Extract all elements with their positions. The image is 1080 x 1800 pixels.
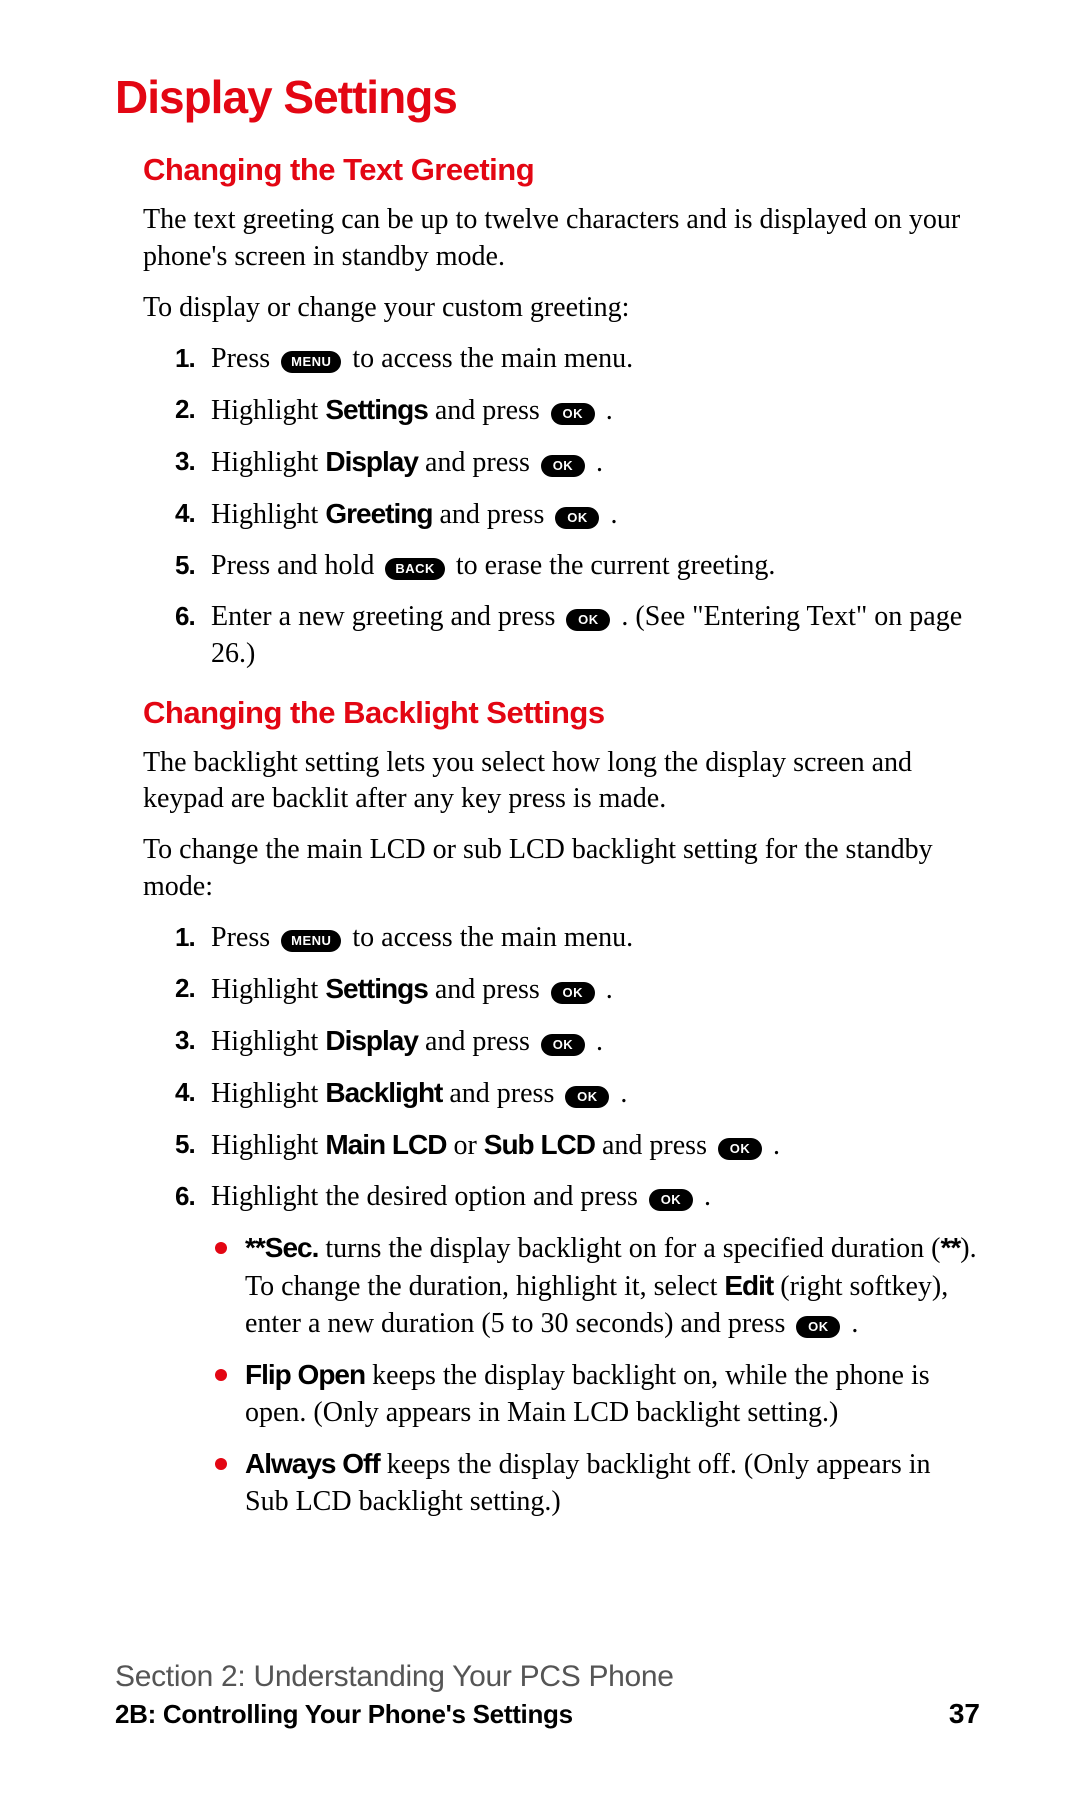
page-footer: Section 2: Understanding Your PCS Phone … [115,1660,980,1730]
menu-button-icon: MENU [281,351,341,373]
step-text: Highlight [211,447,325,478]
step-text: Press [211,343,277,374]
menu-button-icon: MENU [281,930,341,952]
list-item: Highlight Display and press OK . [175,1023,980,1061]
section-heading-backlight: Changing the Backlight Settings [143,695,980,731]
list-item: Highlight Settings and press OK . [175,971,980,1009]
step-text: Highlight [211,1130,325,1161]
ui-term-settings: Settings [325,973,427,1004]
ok-button-icon: OK [718,1138,762,1160]
step-text: and press [418,1026,537,1057]
greeting-steps: Press MENU to access the main menu. High… [175,341,980,673]
ok-button-icon: OK [551,982,595,1004]
step-text: Highlight the desired option and press [211,1181,645,1212]
list-item: Highlight Backlight and press OK . [175,1075,980,1113]
list-item: Always Off keeps the display backlight o… [215,1446,980,1521]
ok-button-icon: OK [566,609,610,631]
step-text: and press [418,447,537,478]
ui-term-edit: Edit [724,1270,773,1301]
page-number: 37 [949,1698,980,1730]
step-text: . [697,1181,711,1212]
ui-term-main-lcd: Main LCD [325,1129,446,1160]
list-item: Press and hold BACK to erase the current… [175,548,980,585]
step-text: Enter a new greeting and press [211,601,562,632]
ui-term-display: Display [325,1025,418,1056]
list-item: Highlight Greeting and press OK . [175,496,980,534]
list-item: Highlight Settings and press OK . [175,392,980,430]
ui-term-settings: Settings [325,394,427,425]
step-text: . [613,1078,627,1109]
option-sec: **Sec. [245,1232,318,1263]
step-text: Press [211,922,277,953]
ok-button-icon: OK [796,1316,840,1338]
backlight-lead: To change the main LCD or sub LCD backli… [143,832,980,906]
step-text: Highlight [211,1078,325,1109]
option-text: . [844,1308,858,1339]
page-title: Display Settings [115,70,980,124]
greeting-lead: To display or change your custom greetin… [143,290,980,327]
step-text: and press [432,499,551,530]
list-item: **Sec. turns the display backlight on fo… [215,1230,980,1343]
step-text: Highlight [211,395,325,426]
step-text: and press [428,395,547,426]
step-text: Highlight [211,974,325,1005]
ok-button-icon: OK [565,1086,609,1108]
step-text: Highlight [211,1026,325,1057]
ok-button-icon: OK [555,507,599,529]
option-asterisks: ** [940,1232,960,1263]
list-item: Highlight Display and press OK . [175,444,980,482]
step-text: and press [442,1078,561,1109]
list-item: Press MENU to access the main menu. [175,920,980,957]
step-text: to erase the current greeting. [449,550,776,581]
step-text: Highlight [211,499,325,530]
list-item: Highlight the desired option and press O… [175,1179,980,1216]
list-item: Enter a new greeting and press OK . (See… [175,599,980,673]
backlight-options: **Sec. turns the display backlight on fo… [215,1230,980,1521]
step-text: and press [595,1130,714,1161]
list-item: Highlight Main LCD or Sub LCD and press … [175,1127,980,1165]
option-flip-open: Flip Open [245,1359,365,1390]
ok-button-icon: OK [649,1189,693,1211]
bullet-icon [215,1242,227,1254]
step-text: . [589,1026,603,1057]
ok-button-icon: OK [541,455,585,477]
step-text: Press and hold [211,550,381,581]
option-text: turns the display backlight on for a spe… [318,1233,940,1264]
step-text: . [599,395,613,426]
step-text: . [603,499,617,530]
list-item: Flip Open keeps the display backlight on… [215,1357,980,1432]
manual-page: Display Settings Changing the Text Greet… [0,0,1080,1800]
step-text: . [766,1130,780,1161]
ok-button-icon: OK [541,1034,585,1056]
ui-term-greeting: Greeting [325,498,432,529]
ui-term-sub-lcd: Sub LCD [484,1129,595,1160]
backlight-intro: The backlight setting lets you select ho… [143,745,980,819]
ui-term-backlight: Backlight [325,1077,442,1108]
ok-button-icon: OK [551,403,595,425]
option-always-off: Always Off [245,1448,380,1479]
footer-chapter-title: 2B: Controlling Your Phone's Settings [115,1699,573,1730]
step-text: . [599,974,613,1005]
section-heading-greeting: Changing the Text Greeting [143,152,980,188]
bullet-icon [215,1369,227,1381]
step-text: . [589,447,603,478]
step-text: and press [428,974,547,1005]
step-text: or [446,1130,483,1161]
backlight-steps: Press MENU to access the main menu. High… [175,920,980,1216]
ui-term-display: Display [325,446,418,477]
step-text: to access the main menu. [345,922,633,953]
footer-section-title: Section 2: Understanding Your PCS Phone [115,1660,980,1694]
bullet-icon [215,1458,227,1470]
greeting-intro: The text greeting can be up to twelve ch… [143,202,980,276]
list-item: Press MENU to access the main menu. [175,341,980,378]
step-text: to access the main menu. [345,343,633,374]
back-button-icon: BACK [385,558,445,580]
